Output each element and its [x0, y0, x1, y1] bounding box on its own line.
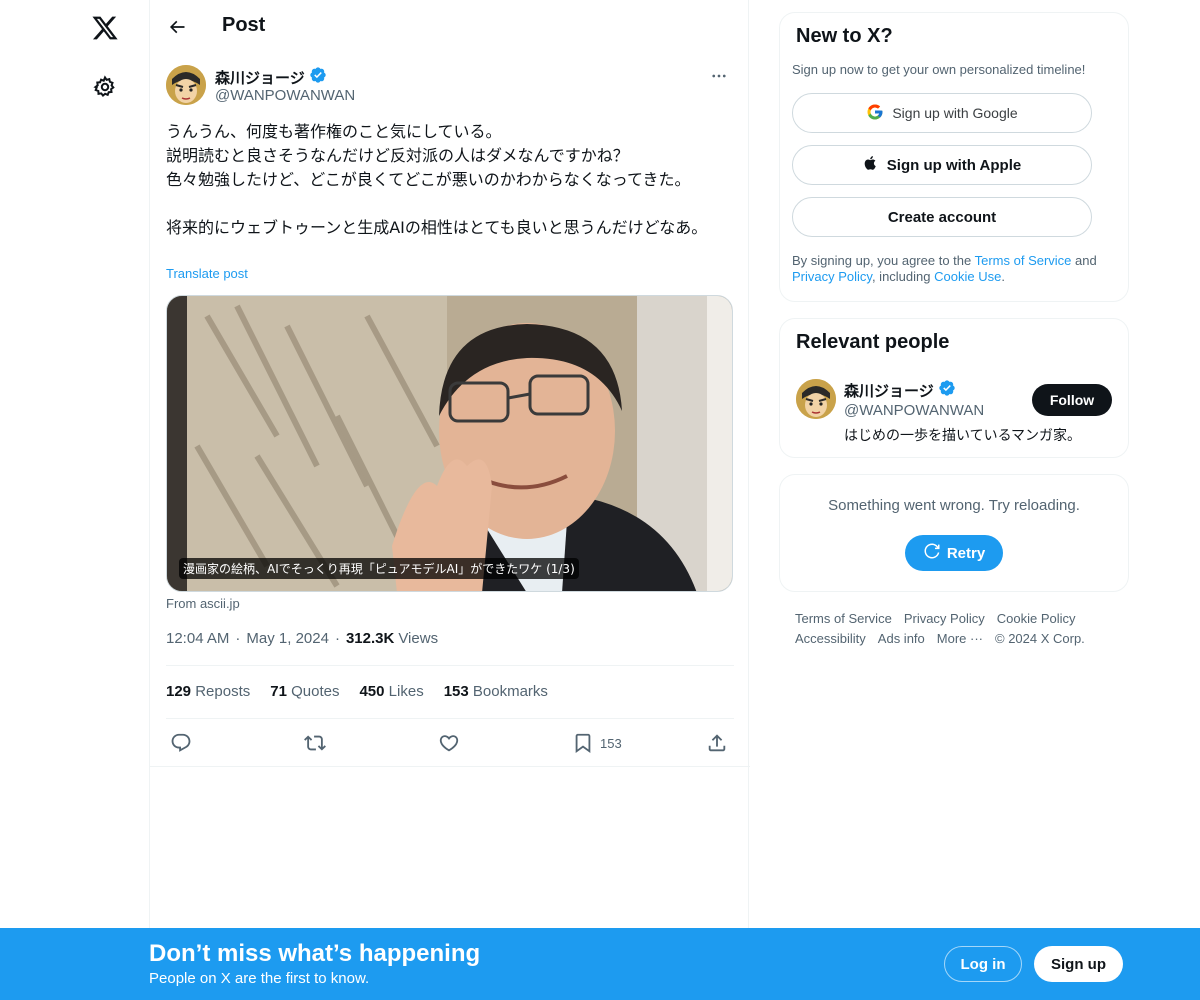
views-count: 312.3K [345, 630, 395, 647]
apple-signup-button[interactable]: Sign up with Apple [792, 145, 1092, 185]
quotes-stat[interactable]: 71 Quotes [270, 683, 339, 700]
google-icon [866, 103, 884, 124]
post-meta: 12:04 AM · May 1, 2024 · 312.3K Views [166, 630, 438, 647]
media-image [167, 296, 732, 591]
error-message: Something went wrong. Try reloading. [828, 497, 1080, 514]
footer-link-privacy[interactable]: Privacy Policy [904, 611, 985, 626]
media-source[interactable]: From ascii.jp [166, 596, 240, 611]
likes-label: Likes [388, 683, 424, 700]
reply-icon[interactable] [170, 728, 192, 758]
signup-title: New to X? [796, 25, 893, 47]
post-text: うんうん、何度も著作権のこと気にしている。 説明読むと良さそうなんだけど反対派の… [166, 122, 708, 237]
terms-including: , including [871, 269, 935, 284]
footer-link-terms[interactable]: Terms of Service [795, 611, 892, 626]
share-icon[interactable] [706, 728, 728, 758]
relevant-person-name-text: 森川ジョージ [844, 382, 934, 400]
avatar[interactable] [796, 379, 836, 419]
signup-terms: By signing up, you agree to the Terms of… [792, 253, 1112, 285]
post-media-card[interactable]: 漫画家の絵柄、AIでそっくり再現「ピュアモデルAI」ができたワケ (1/3) [166, 295, 733, 592]
google-signup-button[interactable]: Sign up with Google [792, 93, 1092, 133]
footer-link-ads[interactable]: Ads info [878, 631, 925, 646]
meta-dot: · [334, 630, 340, 647]
apple-icon [863, 154, 879, 176]
follow-button[interactable]: Follow [1032, 384, 1112, 416]
post-time[interactable]: 12:04 AM [166, 630, 229, 647]
reposts-label: Reposts [195, 683, 251, 700]
post-date[interactable]: May 1, 2024 [246, 630, 329, 647]
google-signup-label: Sign up with Google [892, 105, 1018, 121]
footer-link-cookie[interactable]: Cookie Policy [997, 611, 1076, 626]
relevant-person-bio: はじめの一歩を描いているマンガ家。 [844, 428, 1082, 444]
bookmarks-count: 153 [443, 683, 469, 700]
author-handle[interactable]: @WANPOWANWAN [215, 87, 355, 104]
post-actions: 153 [166, 728, 734, 758]
reposts-count: 129 [166, 683, 192, 700]
create-account-button[interactable]: Create account [792, 197, 1092, 237]
retry-label: Retry [946, 544, 986, 562]
bottom-bar-subtitle: People on X are the first to know. [149, 970, 370, 987]
meta-dot: · [235, 630, 241, 647]
likes-stat[interactable]: 450 Likes [359, 683, 423, 700]
bookmark-icon[interactable]: 153 [572, 728, 622, 758]
gear-icon[interactable] [90, 72, 120, 102]
bottom-signup-bar: Don’t miss what’s happening People on X … [0, 928, 1200, 1000]
relevant-people-title: Relevant people [796, 331, 950, 353]
signup-button[interactable]: Sign up [1034, 946, 1123, 982]
divider [166, 665, 734, 666]
back-arrow-icon[interactable] [162, 12, 192, 42]
error-card: Something went wrong. Try reloading. Ret… [779, 474, 1129, 592]
relevant-person-name[interactable]: 森川ジョージ [844, 379, 956, 401]
verified-icon [938, 379, 956, 401]
signup-card: New to X? Sign up now to get your own pe… [779, 12, 1129, 302]
login-button[interactable]: Log in [944, 946, 1022, 982]
bookmarks-label: Bookmarks [472, 683, 548, 700]
views-label: Views [398, 630, 439, 647]
bottom-bar-title: Don’t miss what’s happening [149, 940, 481, 967]
apple-signup-label: Sign up with Apple [886, 156, 1022, 174]
like-icon[interactable] [438, 728, 460, 758]
retry-button[interactable]: Retry [905, 535, 1003, 571]
more-icon[interactable] [702, 64, 736, 88]
quotes-label: Quotes [291, 683, 340, 700]
terms-link[interactable]: Terms of Service [975, 253, 1072, 268]
quotes-count: 71 [270, 683, 287, 700]
main-column: Post 森川ジョージ @WANPOWANWAN うんうん、何度も著作権のこと気… [149, 0, 750, 1000]
terms-end: . [1001, 269, 1005, 284]
bookmarks-stat[interactable]: 153 Bookmarks [444, 683, 548, 700]
post-author: 森川ジョージ @WANPOWANWAN [166, 64, 736, 108]
x-logo-icon[interactable] [88, 11, 122, 45]
reposts-stat[interactable]: 129 Reposts [166, 683, 250, 700]
divider [150, 766, 750, 767]
post-stats: 129 Reposts 71 Quotes 450 Likes 153 Book… [166, 683, 548, 700]
terms-prefix: By signing up, you agree to the [792, 253, 975, 268]
repost-icon[interactable] [304, 728, 326, 758]
retry-icon [923, 542, 941, 564]
translate-link[interactable]: Translate post [166, 266, 248, 281]
copyright: © 2024 X Corp. [995, 631, 1085, 646]
likes-count: 450 [359, 683, 385, 700]
media-caption: 漫画家の絵柄、AIでそっくり再現「ピュアモデルAI」ができたワケ (1/3) [179, 558, 579, 579]
divider [166, 718, 734, 719]
footer-link-accessibility[interactable]: Accessibility [795, 631, 866, 646]
cookie-link[interactable]: Cookie Use [934, 269, 1001, 284]
author-name-text: 森川ジョージ [215, 69, 305, 87]
verified-icon [309, 66, 327, 88]
footer-links: Terms of Service Privacy Policy Cookie Pol… [795, 609, 1125, 649]
terms-and: and [1071, 253, 1097, 268]
privacy-link[interactable]: Privacy Policy [792, 269, 872, 284]
signup-subtitle: Sign up now to get your own personalized… [792, 62, 1086, 77]
left-navigation [0, 0, 150, 1000]
bookmark-action-count: 153 [600, 735, 622, 751]
footer-link-more[interactable]: More ··· [937, 631, 983, 646]
avatar[interactable] [166, 65, 206, 105]
header: Post [150, 0, 750, 53]
relevant-people-card: Relevant people 森川ジョージ @WANPOWANWAN はじめの… [779, 318, 1129, 458]
relevant-person-handle[interactable]: @WANPOWANWAN [844, 402, 984, 419]
page-title: Post [222, 14, 266, 36]
author-name[interactable]: 森川ジョージ [215, 66, 327, 88]
